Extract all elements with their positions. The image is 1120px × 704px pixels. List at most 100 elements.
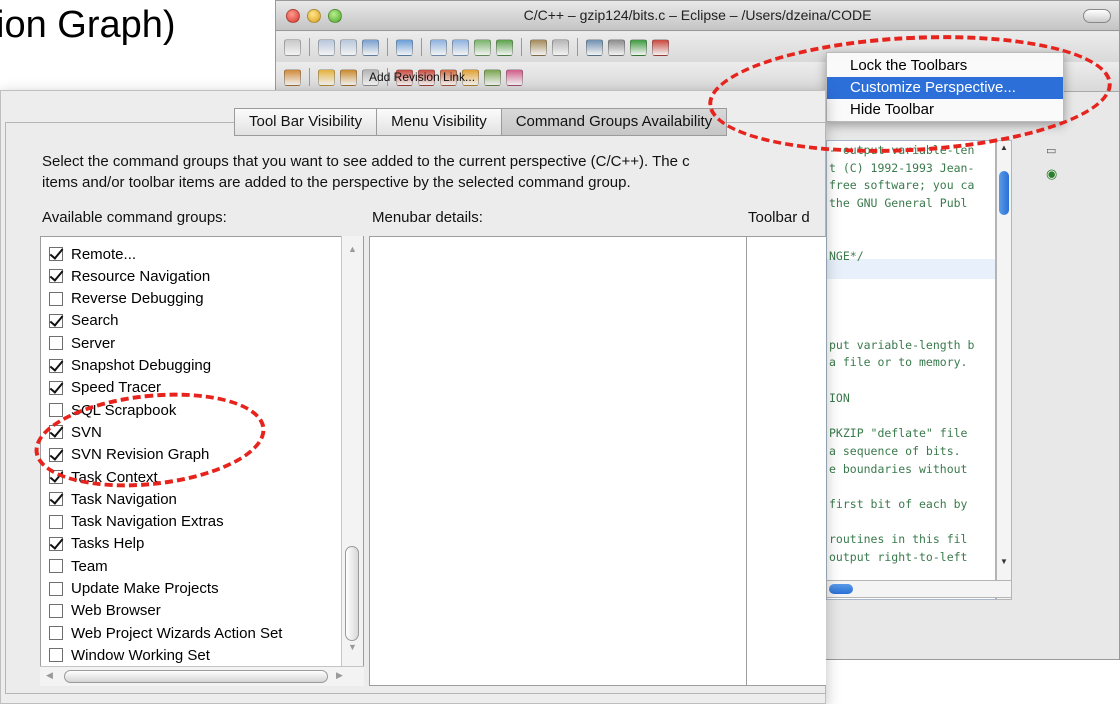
toolbar-separator	[577, 38, 578, 56]
toolbar-separator	[309, 68, 310, 86]
command-group-row[interactable]: Team	[49, 555, 108, 577]
toolbar-tool-icon[interactable]	[630, 38, 647, 56]
groups-hscroll-thumb[interactable]	[64, 670, 328, 683]
command-group-label: Task Navigation	[71, 490, 177, 508]
tab-menu-visibility[interactable]: Menu Visibility	[376, 108, 501, 136]
add-revision-link-button[interactable]: Add Revision Link...	[369, 70, 475, 84]
editor-scroll-thumb[interactable]	[999, 171, 1009, 215]
outline-icon[interactable]: ◉	[1046, 166, 1057, 182]
command-group-label: Resource Navigation	[71, 267, 211, 285]
checkbox-checked[interactable]	[49, 447, 63, 462]
checkbox-checked[interactable]	[49, 358, 63, 373]
groups-horizontal-scrollbar[interactable]: ◀ ▶	[40, 666, 364, 686]
checkbox-checked[interactable]	[49, 470, 63, 484]
toolbar-tool-icon[interactable]	[340, 68, 357, 86]
restore-icon[interactable]: ▭	[1046, 144, 1056, 157]
command-group-row[interactable]: SVN Revision Graph	[49, 444, 209, 466]
command-group-row[interactable]: Web Project Wizards Action Set	[49, 622, 282, 644]
code-editor[interactable]: - output variable-len t (C) 1992-1993 Jea…	[826, 140, 996, 600]
command-group-row[interactable]: Remote...	[49, 243, 136, 265]
menu-item-customize-perspective[interactable]: Customize Perspective...	[827, 77, 1063, 99]
scroll-right-icon[interactable]: ▶	[336, 670, 343, 681]
editor-horizontal-scrollbar[interactable]	[826, 580, 1012, 598]
toolbar-tool-icon[interactable]	[608, 38, 625, 56]
checkbox-checked[interactable]	[49, 380, 63, 395]
checkbox-unchecked[interactable]	[49, 403, 63, 418]
command-group-row[interactable]: Window Working Set	[49, 644, 210, 666]
code-line: NGE*/	[829, 249, 864, 264]
checkbox-unchecked[interactable]	[49, 336, 63, 351]
checkbox-checked[interactable]	[49, 269, 63, 284]
command-group-row[interactable]: Tasks Help	[49, 533, 144, 555]
toolbar-tool-icon[interactable]	[552, 38, 569, 56]
checkbox-checked[interactable]	[49, 536, 63, 551]
code-line: e boundaries without	[829, 461, 968, 476]
checkbox-unchecked[interactable]	[49, 559, 63, 574]
toolbar-tool-icon[interactable]	[474, 38, 491, 56]
command-group-row[interactable]: Task Navigation Extras	[49, 511, 224, 533]
command-group-row[interactable]: Reverse Debugging	[49, 288, 204, 310]
toolbar-tool-icon[interactable]	[362, 38, 379, 56]
command-group-row[interactable]: Server	[49, 332, 115, 354]
checkbox-unchecked[interactable]	[49, 648, 63, 663]
checkbox-checked[interactable]	[49, 247, 63, 261]
toolbar-tool-icon[interactable]	[530, 38, 547, 56]
toolbar-tool-icon[interactable]	[318, 68, 335, 86]
checkbox-unchecked[interactable]	[49, 291, 63, 306]
checkbox-unchecked[interactable]	[49, 581, 63, 596]
toolbar-tool-icon[interactable]	[452, 38, 469, 56]
scroll-up-icon[interactable]: ▲	[1000, 143, 1008, 152]
scroll-left-icon[interactable]: ◀	[46, 670, 53, 681]
toolbar-context-menu: Lock the Toolbars Customize Perspective.…	[826, 52, 1064, 122]
toolbar-tool-icon[interactable]	[284, 68, 301, 86]
checkbox-unchecked[interactable]	[49, 603, 63, 618]
scroll-up-icon[interactable]: ▲	[348, 244, 357, 254]
toolbar-tool-icon[interactable]	[652, 38, 669, 56]
checkbox-checked[interactable]	[49, 492, 63, 507]
editor-hscroll-thumb[interactable]	[829, 584, 853, 594]
toolbar-separator	[421, 38, 422, 56]
command-group-row[interactable]: Task Navigation	[49, 488, 177, 510]
code-line: PKZIP "deflate" file	[829, 426, 968, 441]
tab-command-groups-availability[interactable]: Command Groups Availability	[500, 108, 728, 136]
toolbar-tool-icon[interactable]	[484, 68, 501, 86]
menu-item-lock-toolbars[interactable]: Lock the Toolbars	[827, 55, 1063, 77]
groups-scroll-thumb[interactable]	[345, 546, 359, 641]
checkbox-unchecked[interactable]	[49, 626, 63, 641]
toolbar-tool-icon[interactable]	[586, 38, 603, 56]
toolbar-tool-icon[interactable]	[496, 38, 513, 56]
checkbox-checked[interactable]	[49, 425, 63, 440]
editor-vertical-scrollbar[interactable]: ▲ ▼	[996, 140, 1012, 600]
toolbar-tool-icon[interactable]	[340, 38, 357, 56]
toolbar-toggle-button[interactable]	[1083, 9, 1111, 23]
command-group-row[interactable]: Web Browser	[49, 600, 161, 622]
code-line: routines in this fil	[829, 532, 968, 547]
scroll-down-icon[interactable]: ▼	[348, 642, 357, 652]
command-group-row[interactable]: SQL Scrapbook	[49, 399, 176, 421]
toolbar-tool-icon[interactable]	[318, 38, 335, 56]
command-group-label: Remote...	[71, 245, 137, 263]
command-group-row[interactable]: Update Make Projects	[49, 578, 219, 600]
command-group-row[interactable]: Task Context	[49, 466, 158, 488]
command-group-row[interactable]: Search	[49, 310, 119, 332]
command-group-label: Snapshot Debugging	[71, 357, 212, 374]
checkbox-unchecked[interactable]	[49, 514, 63, 529]
toolbar-separator	[521, 38, 522, 56]
toolbar-tool-icon[interactable]	[284, 38, 301, 56]
command-group-row[interactable]: Resource Navigation	[49, 265, 210, 287]
groups-vertical-scrollbar[interactable]: ▲ ▼	[341, 236, 363, 666]
toolbar-details-pane	[746, 236, 826, 686]
command-group-row[interactable]: Speed Tracer	[49, 377, 161, 399]
toolbar-tool-icon[interactable]	[506, 68, 523, 86]
code-line: the GNU General Publ	[829, 196, 968, 211]
toolbar-tool-icon[interactable]	[396, 38, 413, 56]
toolbar-tool-icon[interactable]	[430, 38, 447, 56]
checkbox-checked[interactable]	[49, 313, 63, 328]
slide-title: ion Graph)	[0, 4, 176, 46]
command-groups-list[interactable]: Remote... Resource Navigation Reverse Debu…	[40, 236, 364, 686]
command-group-row[interactable]: SVN	[49, 421, 102, 443]
command-group-row[interactable]: Snapshot Debugging	[49, 355, 211, 377]
tab-tool-bar-visibility[interactable]: Tool Bar Visibility	[234, 108, 377, 136]
menu-item-hide-toolbar[interactable]: Hide Toolbar	[827, 99, 1063, 121]
scroll-down-icon[interactable]: ▼	[1000, 557, 1008, 566]
